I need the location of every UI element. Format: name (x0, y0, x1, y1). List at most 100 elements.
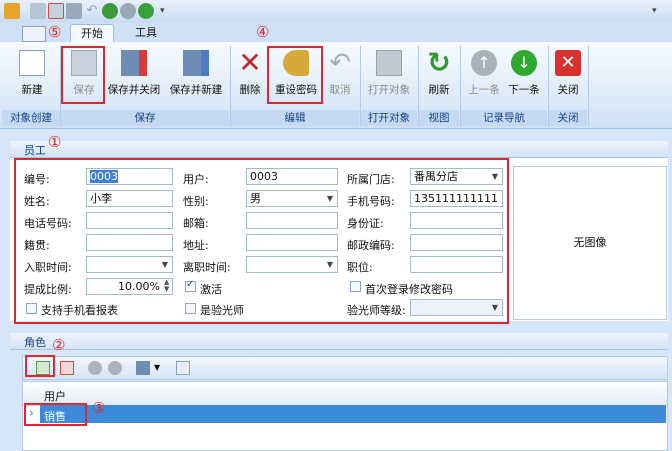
save-close-button[interactable]: 保存并关闭 (105, 48, 163, 106)
move-down-icon[interactable] (108, 361, 122, 375)
photo-box[interactable]: 无图像 (513, 166, 667, 320)
mobile-report-label: 支持手机看报表 (41, 304, 118, 317)
position-field[interactable] (410, 256, 503, 273)
name-label: 姓名: (24, 195, 50, 208)
phone-label: 电话号码: (24, 217, 72, 230)
chevron-down-icon: ▼ (161, 260, 168, 269)
save-new-icon[interactable] (66, 3, 82, 19)
phone-field[interactable] (86, 212, 173, 229)
save-new-button[interactable]: 保存并新建 (166, 48, 226, 106)
check-icon: ✓ (186, 279, 195, 290)
mobile-field[interactable]: 135111111111 (410, 190, 503, 207)
role-section-header[interactable] (10, 333, 668, 350)
marker-2: ② (52, 336, 66, 354)
close-x-icon: ✕ (555, 50, 581, 76)
inspector-level-label: 验光师等级: (347, 304, 406, 317)
marker-3: ③ (92, 399, 106, 417)
highlight-save (61, 46, 105, 104)
name-field[interactable]: 小李 (86, 190, 173, 207)
save-close-disk-icon (121, 50, 147, 76)
group-label-open: 打开对象 (361, 110, 417, 126)
refresh-icon[interactable] (102, 3, 118, 19)
chevron-down-icon: ▼ (491, 172, 498, 181)
refresh-arrow-icon: ↻ (427, 46, 451, 79)
active-checkbox[interactable]: ✓ (185, 279, 196, 292)
group-label-close: 关闭 (549, 110, 587, 126)
save-icon[interactable] (30, 3, 46, 19)
chevron-down-icon: ▼ (326, 260, 333, 269)
commission-field[interactable]: 10.00% (86, 278, 173, 295)
customize-qat-icon[interactable]: ▾ (160, 3, 176, 19)
form-layout-icon[interactable] (22, 26, 46, 42)
next-record-button[interactable]: ↓ 下一条 (504, 48, 544, 106)
down-arrow-icon: ↓ (511, 50, 537, 76)
cancel-button[interactable]: ↶ 取消 (324, 48, 356, 106)
spin-icon[interactable]: ▲ ▼ (164, 279, 169, 293)
quick-access-toolbar: ↶ ▾ ▾ (0, 0, 672, 23)
save-layout-icon[interactable] (136, 361, 150, 375)
code-field[interactable]: 0003 (86, 168, 173, 185)
inspector-level-select[interactable]: ▼ (410, 299, 503, 316)
zip-field[interactable] (410, 234, 503, 251)
new-document-icon (19, 50, 45, 76)
move-up-icon[interactable] (88, 361, 102, 375)
position-label: 职位: (347, 261, 373, 274)
prev-record-button[interactable]: ↑ 上一条 (464, 48, 504, 106)
refresh-button[interactable]: ↻ 刷新 (422, 48, 456, 106)
undo-arrow-icon: ↶ (329, 48, 351, 78)
email-field[interactable] (246, 212, 338, 229)
up-arrow-icon: ↑ (471, 50, 497, 76)
group-label-nav: 记录导航 (461, 110, 547, 126)
mobile-report-checkbox[interactable] (26, 303, 37, 314)
gender-label: 性别: (183, 195, 209, 208)
user-field[interactable]: 0003 (246, 168, 338, 185)
table-row[interactable] (40, 405, 666, 423)
up-icon[interactable] (120, 3, 136, 19)
grid-header (23, 385, 667, 406)
group-label-view: 视图 (419, 110, 459, 126)
marker-4: ④ (256, 23, 270, 41)
save-close-icon[interactable] (48, 3, 64, 19)
mobile-label: 手机号码: (347, 195, 395, 208)
column-header-user[interactable]: 用户 (44, 388, 66, 404)
first-login-checkbox[interactable] (350, 281, 361, 292)
native-field[interactable] (86, 234, 173, 251)
open-object-icon (376, 50, 402, 76)
down-icon[interactable] (138, 3, 154, 19)
chevron-down-icon: ▼ (326, 194, 333, 203)
hire-date-picker[interactable]: ▼ (86, 256, 173, 273)
zip-label: 邮政编码: (347, 239, 395, 252)
undo-icon[interactable]: ↶ (84, 3, 100, 19)
email-label: 邮箱: (183, 217, 209, 230)
separator (588, 46, 589, 126)
highlight-role-row (24, 403, 87, 426)
delete-button[interactable]: ✕ 删除 (234, 48, 266, 106)
group-label-save: 保存 (61, 110, 229, 126)
tab-start[interactable]: 开始 (70, 24, 114, 43)
chevron-down-icon[interactable]: ▼ (154, 361, 168, 375)
code-label: 编号: (24, 173, 50, 186)
idcard-field[interactable] (410, 212, 503, 229)
delete-x-icon: ✕ (238, 46, 262, 79)
first-login-label: 首次登录修改密码 (365, 283, 453, 296)
new-button[interactable]: 新建 (10, 48, 54, 106)
highlight-add-role (25, 355, 55, 377)
employee-section-header[interactable] (10, 141, 668, 158)
native-label: 籍贯: (24, 239, 50, 252)
inspector-checkbox[interactable] (185, 303, 196, 314)
gender-select[interactable]: 男 ▼ (246, 190, 338, 207)
open-object-button[interactable]: 打开对象 (364, 48, 414, 106)
store-label: 所属门店: (347, 173, 395, 186)
group-label-create: 对象创建 (2, 110, 60, 126)
leave-date-picker[interactable]: ▼ (246, 256, 338, 273)
expand-icon[interactable]: ▾ (652, 3, 668, 19)
close-button[interactable]: ✕ 关闭 (552, 48, 584, 106)
app-menu-icon[interactable] (4, 3, 20, 19)
find-icon[interactable] (176, 361, 190, 375)
tab-tools[interactable]: 工具 (128, 24, 164, 42)
remove-role-icon[interactable] (60, 361, 74, 375)
role-section-title: 角色 (24, 336, 46, 349)
commission-label: 提成比例: (24, 283, 72, 296)
address-field[interactable] (246, 234, 338, 251)
store-select[interactable]: 番禺分店 ▼ (410, 168, 503, 185)
